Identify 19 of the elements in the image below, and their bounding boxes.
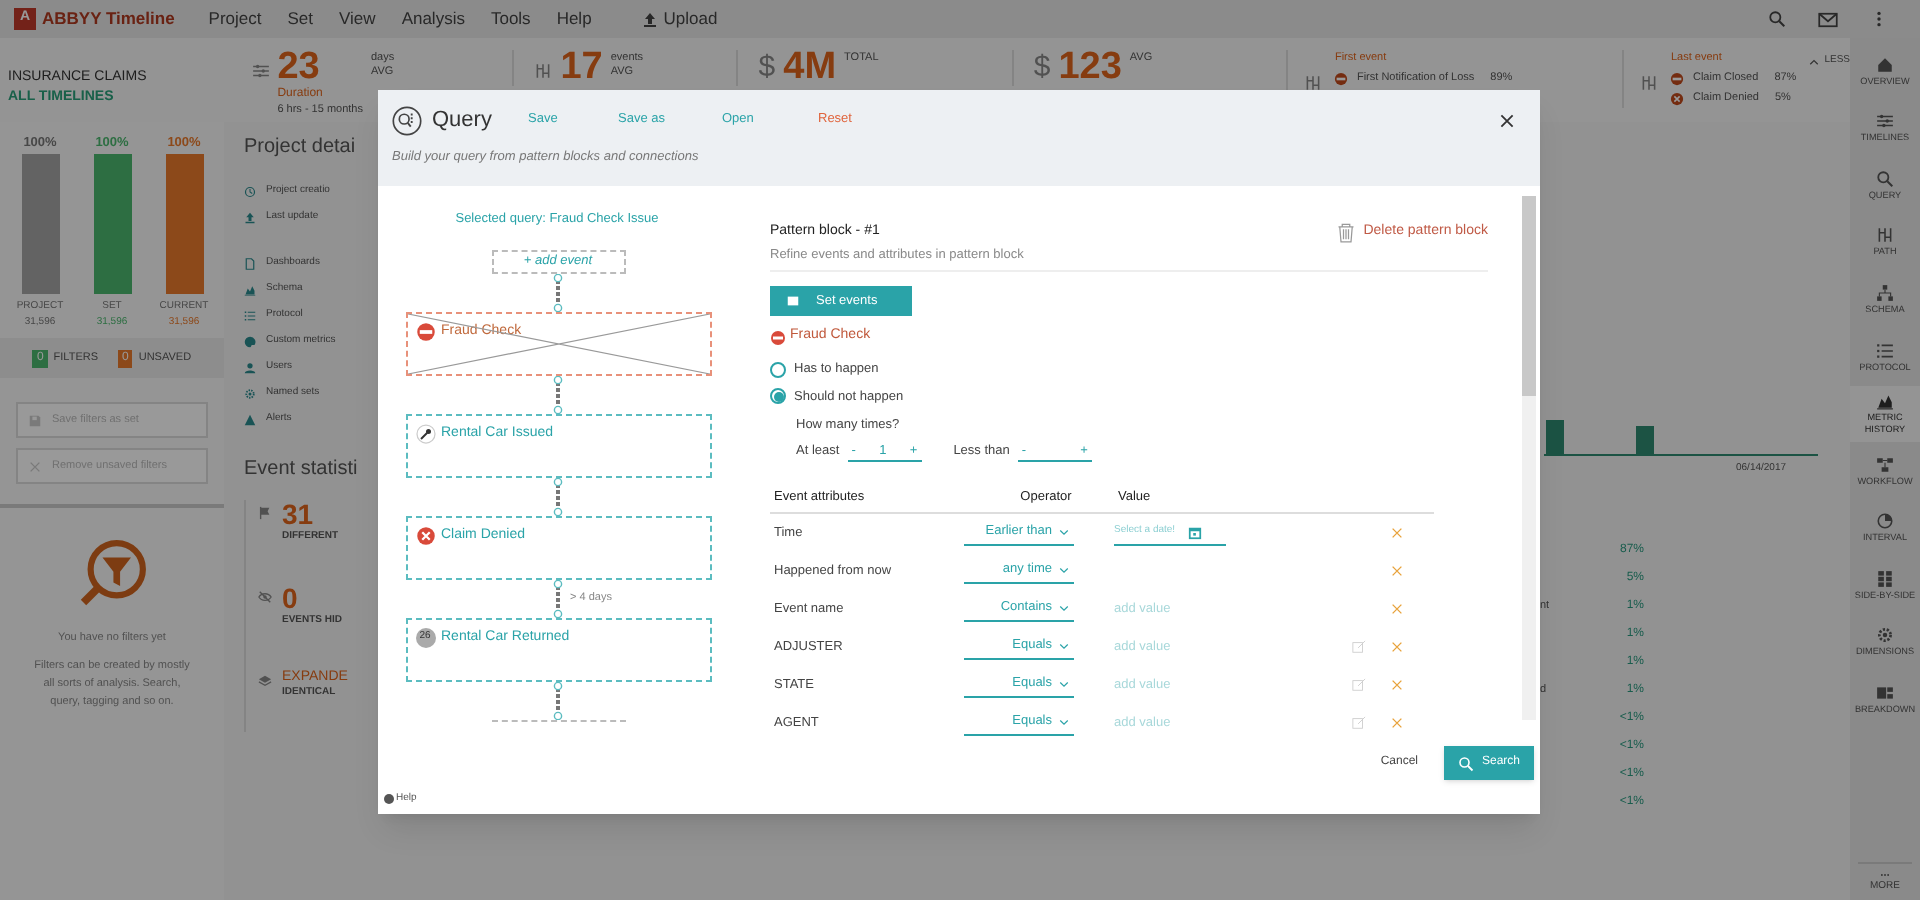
menu-item[interactable]: Set <box>287 6 314 32</box>
menu-item[interactable]: Help <box>556 6 592 32</box>
currency-symbol: $ <box>1033 50 1051 86</box>
menu-item[interactable]: View <box>339 6 376 32</box>
stat-value: 31 <box>282 500 316 530</box>
menu-item[interactable]: Project <box>208 6 262 32</box>
upload-button[interactable]: Upload <box>641 6 718 32</box>
menu-item[interactable]: Analysis <box>401 6 465 32</box>
section-title: Project detai <box>244 134 358 162</box>
dialog-title: Query <box>432 105 494 136</box>
menu-item[interactable]: Tools <box>490 6 531 32</box>
stat-value: 0 <box>282 584 300 614</box>
section-title: Event statisti <box>244 456 360 484</box>
stat-value: 17 <box>560 50 603 86</box>
stat-value: 123 <box>1058 50 1122 86</box>
currency-symbol: $ <box>758 50 776 86</box>
stat-value: 23 <box>277 50 320 86</box>
stat-value: 4M <box>783 50 837 86</box>
app-logo: ABBYY Timeline <box>42 6 175 32</box>
